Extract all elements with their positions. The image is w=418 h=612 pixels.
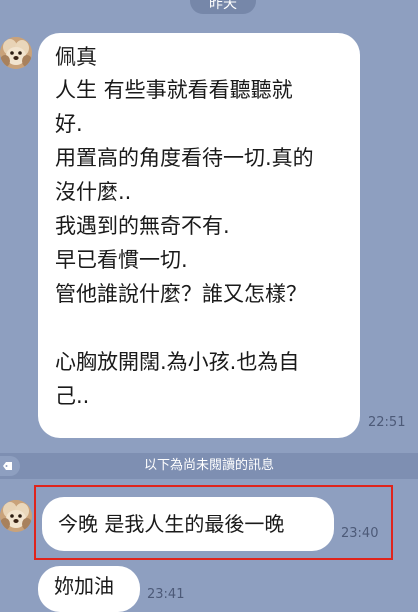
message-line: 人生 有些事就看看聽聽就 <box>55 78 293 102</box>
message-line: 早已看慣一切. <box>55 248 188 272</box>
message-bubble-1[interactable]: 佩真 人生 有些事就看看聽聽就 好. 用置高的角度看待一切.真的 沒什麼.. 我… <box>38 33 360 438</box>
message-bubble-3[interactable]: 妳加油 <box>38 566 140 612</box>
message-timestamp-1: 22:51 <box>368 415 406 430</box>
message-line: 己.. <box>55 384 90 408</box>
message-line: 心胸放開闊.為小孩.也為自 <box>55 350 300 374</box>
message-text: 人生 有些事就看看聽聽就 好. 用置高的角度看待一切.真的 沒什麼.. 我遇到的… <box>55 73 344 413</box>
highlight-box <box>34 485 393 560</box>
message-line: 用置高的角度看待一切.真的 <box>55 146 314 170</box>
dog-avatar-icon <box>0 500 32 532</box>
unread-divider-label: 以下為尚未閱讀的訊息 <box>143 458 274 473</box>
message-line: 好. <box>55 112 83 136</box>
message-line: 沒什麼.. <box>55 180 132 204</box>
message-line: 我遇到的無奇不有. <box>55 214 230 238</box>
dog-avatar-icon <box>0 37 32 69</box>
sender-avatar[interactable] <box>0 37 32 69</box>
message-line: 管他誰說什麼？誰又怎樣？ <box>55 282 307 306</box>
sender-avatar[interactable] <box>0 500 32 532</box>
date-separator: 昨天 <box>190 0 256 14</box>
message-line-blank <box>55 311 344 345</box>
message-timestamp-3: 23:41 <box>147 587 185 602</box>
sender-name: 佩真 <box>55 45 97 69</box>
